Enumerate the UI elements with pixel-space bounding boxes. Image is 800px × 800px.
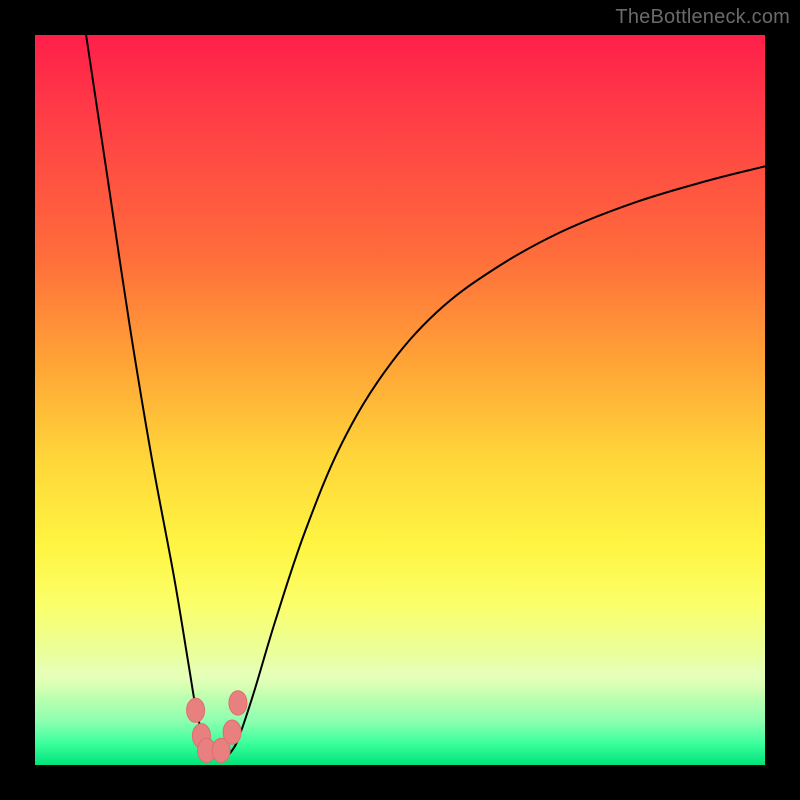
marker-dot: [198, 738, 216, 762]
plot-area: [35, 35, 765, 765]
watermark-label: TheBottleneck.com: [615, 6, 790, 29]
chart-container: TheBottleneck.com: [0, 0, 800, 800]
curve-markers: [187, 691, 247, 763]
bottleneck-curve: [86, 35, 765, 759]
marker-dot: [212, 738, 230, 762]
marker-dot: [192, 724, 210, 748]
marker-dot: [187, 698, 205, 722]
marker-dot: [223, 720, 241, 744]
pale-band: [35, 655, 765, 695]
